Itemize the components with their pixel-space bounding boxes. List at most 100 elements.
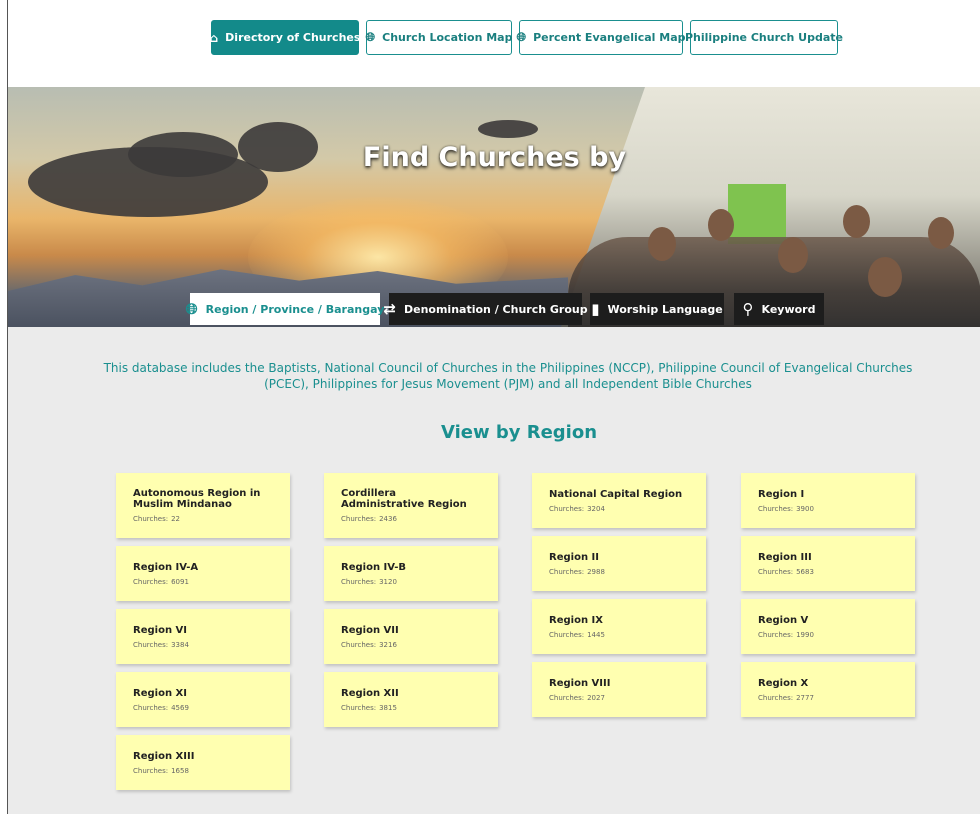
hero-banner: Find Churches by 🌐︎ Region / Province / … — [8, 87, 980, 327]
speech-bubble-icon: ▮ — [591, 300, 600, 318]
region-card[interactable]: Region II Churches: 2988 — [532, 536, 706, 591]
church-count-value: 1990 — [796, 630, 814, 639]
church-count: Churches: 3120 — [341, 578, 481, 586]
nav-church-update-label: Philippine Church Update — [685, 31, 844, 44]
nav-church-update-button[interactable]: Philippine Church Update — [685, 20, 843, 55]
church-count-label: Churches: — [758, 693, 794, 702]
church-count-value: 3815 — [379, 703, 397, 712]
church-count-value: 2988 — [587, 567, 605, 576]
church-count-value: 3900 — [796, 504, 814, 513]
church-count-value: 4569 — [171, 703, 189, 712]
region-name: Region IV-B — [341, 561, 407, 573]
region-card[interactable]: Region VII Churches: 3216 — [324, 609, 498, 664]
church-count: Churches: 5683 — [758, 568, 898, 576]
region-name: Cordillera Administrative Region — [341, 488, 467, 510]
person-head — [843, 205, 870, 238]
nav-percent-map-button[interactable]: 🌐︎ Percent Evangelical Map — [516, 20, 686, 55]
church-count-value: 5683 — [796, 567, 814, 576]
tab-keyword-label: Keyword — [761, 302, 816, 316]
church-count: Churches: 2988 — [549, 568, 689, 576]
region-card[interactable]: Region XII Churches: 3815 — [324, 672, 498, 727]
shuffle-icon: ⇄ — [383, 300, 396, 318]
church-count-label: Churches: — [549, 567, 585, 576]
region-name: Region XI — [133, 687, 187, 699]
church-count-value: 1445 — [587, 630, 605, 639]
nav-directory-label: Directory of Churches — [225, 31, 361, 44]
house-icon: ⌂ — [209, 30, 219, 45]
church-count-value: 22 — [171, 515, 181, 523]
region-card[interactable]: Region XIII Churches: 1658 — [116, 735, 290, 790]
nav-directory-button[interactable]: ⌂ Directory of Churches — [209, 20, 361, 55]
church-count: Churches: 3815 — [341, 704, 481, 712]
church-count-label: Churches: — [549, 630, 585, 639]
church-count: Churches: 3900 — [758, 505, 898, 513]
church-count-label: Churches: — [758, 567, 794, 576]
globe-icon: 🌐︎ — [365, 30, 376, 44]
region-card[interactable]: Region VIII Churches: 2027 — [532, 662, 706, 717]
church-count-label: Churches: — [341, 515, 377, 523]
region-name: Region VII — [341, 624, 399, 636]
globe-icon: 🌐︎ — [516, 30, 527, 44]
church-count: Churches: 2027 — [549, 694, 689, 702]
tab-denomination-label: Denomination / Church Group — [403, 302, 588, 316]
church-count-value: 1658 — [171, 766, 189, 775]
region-card[interactable]: Autonomous Region in Muslim Mindanao Chur… — [116, 473, 290, 538]
nav-location-map-label: Church Location Map — [382, 31, 513, 44]
church-count-value: 3204 — [587, 504, 605, 513]
church-count: Churches: 2436 — [341, 515, 481, 523]
church-count-label: Churches: — [549, 693, 585, 702]
tab-worship-language[interactable]: ▮ Worship Language — [590, 293, 724, 325]
green-door — [728, 184, 786, 244]
hero-title: Find Churches by — [362, 142, 627, 173]
region-card[interactable]: Region V Churches: 1990 — [741, 599, 915, 654]
church-count: Churches: 1445 — [549, 631, 689, 639]
church-count: Churches: 3216 — [341, 641, 481, 649]
church-count: Churches: 1658 — [133, 767, 273, 775]
church-count: Churches: 3384 — [133, 641, 273, 649]
region-name: Autonomous Region in Muslim Mindanao — [133, 488, 261, 510]
region-name: National Capital Region — [549, 488, 683, 500]
tab-denomination[interactable]: ⇄ Denomination / Church Group — [383, 293, 588, 325]
region-card[interactable]: Region IV-B Churches: 3120 — [324, 546, 498, 601]
church-count-label: Churches: — [341, 577, 377, 586]
church-count-label: Churches: — [133, 766, 169, 775]
region-card[interactable]: National Capital Region Churches: 3204 — [532, 473, 706, 528]
region-card[interactable]: Region VI Churches: 3384 — [116, 609, 290, 664]
region-name: Region I — [758, 488, 805, 500]
person-head — [778, 237, 808, 273]
region-card[interactable]: Region IV-A Churches: 6091 — [116, 546, 290, 601]
tab-region-label: Region / Province / Barangay — [205, 302, 385, 316]
tab-worship-language-label: Worship Language — [607, 302, 723, 316]
church-count: Churches: 2777 — [758, 694, 898, 702]
region-card[interactable]: Region XI Churches: 4569 — [116, 672, 290, 727]
region-name: Region VI — [133, 624, 187, 636]
church-count-label: Churches: — [758, 630, 794, 639]
region-card[interactable]: Cordillera Administrative Region Churches… — [324, 473, 498, 538]
region-name: Region XIII — [133, 750, 195, 762]
region-name: Region IX — [549, 614, 603, 626]
region-name: Region II — [549, 551, 599, 563]
church-count-value: 3120 — [379, 577, 397, 586]
church-count: Churches: 3204 — [549, 505, 689, 513]
church-count-label: Churches: — [133, 703, 169, 712]
church-count: Churches: 22 — [133, 515, 273, 523]
church-count-value: 2777 — [796, 693, 814, 702]
region-card[interactable]: Region IX Churches: 1445 — [532, 599, 706, 654]
tab-keyword[interactable]: ⚲ Keyword — [734, 293, 824, 325]
region-name: Region XII — [341, 687, 399, 699]
top-nav: ⌂ Directory of Churches 🌐︎ Church Locati… — [8, 0, 980, 87]
tab-region[interactable]: 🌐︎ Region / Province / Barangay — [186, 293, 384, 325]
page-frame: ⌂ Directory of Churches 🌐︎ Church Locati… — [7, 0, 980, 814]
person-head — [868, 257, 902, 297]
church-count-value: 2436 — [379, 515, 397, 523]
nav-location-map-button[interactable]: 🌐︎ Church Location Map — [366, 20, 512, 55]
church-count: Churches: 1990 — [758, 631, 898, 639]
region-card[interactable]: Region III Churches: 5683 — [741, 536, 915, 591]
nav-percent-map-label: Percent Evangelical Map — [533, 31, 686, 44]
church-count-label: Churches: — [341, 703, 377, 712]
person-head — [928, 217, 954, 249]
region-card[interactable]: Region X Churches: 2777 — [741, 662, 915, 717]
church-count-value: 2027 — [587, 693, 605, 702]
region-card[interactable]: Region I Churches: 3900 — [741, 473, 915, 528]
person-head — [708, 209, 734, 241]
